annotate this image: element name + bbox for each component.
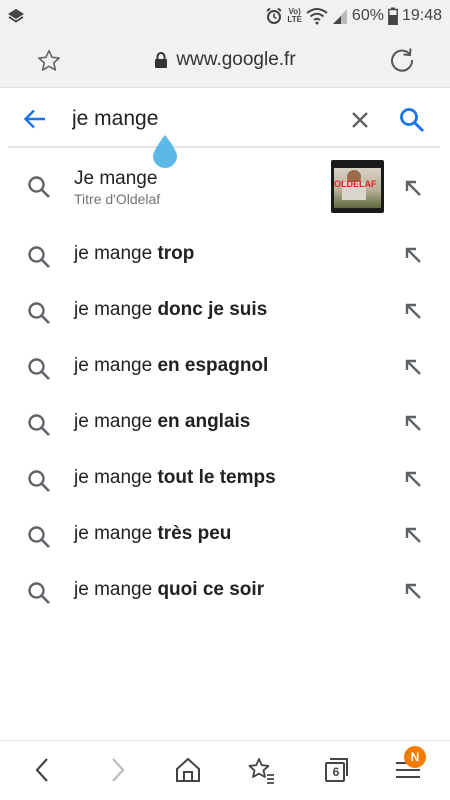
volte-indicator: Vo) LTE bbox=[287, 7, 302, 24]
search-icon bbox=[28, 302, 50, 324]
url-text: www.google.fr bbox=[176, 49, 296, 70]
suggestion-text: je mange en anglais bbox=[74, 411, 250, 433]
suggestion-completion: donc je suis bbox=[157, 299, 268, 320]
suggestion-item[interactable]: je mange en anglais bbox=[0, 394, 450, 450]
fill-query-arrow-icon[interactable] bbox=[402, 244, 424, 266]
suggestion-completion: en anglais bbox=[157, 411, 251, 432]
bottom-navigation: 6 bbox=[0, 740, 450, 800]
tab-count: 6 bbox=[332, 765, 340, 779]
suggestion-prefix: je mange bbox=[74, 411, 158, 432]
suggestion-item[interactable]: je mange donc je suis bbox=[0, 282, 450, 338]
suggestion-text: je mange en espagnol bbox=[74, 355, 268, 377]
suggestion-item[interactable]: je mange quoi ce soir bbox=[0, 562, 450, 618]
search-underline bbox=[8, 146, 440, 148]
fill-query-arrow-icon[interactable] bbox=[402, 524, 424, 546]
tabs-button[interactable]: 6 bbox=[320, 755, 350, 785]
suggestion-completion: en espagnol bbox=[157, 355, 269, 376]
fill-query-arrow-icon[interactable] bbox=[402, 356, 424, 378]
bookmark-star-icon[interactable] bbox=[246, 755, 276, 785]
suggestion-item[interactable]: je mange trop bbox=[0, 226, 450, 282]
thumbnail-label: OLDELAF bbox=[334, 179, 377, 189]
suggestion-completion: très peu bbox=[157, 523, 232, 544]
suggestion-text: je mange tout le temps bbox=[74, 467, 276, 489]
status-bar: Vo) LTE 60% 19:48 bbox=[0, 0, 450, 32]
clock: 19:48 bbox=[401, 7, 442, 24]
clear-icon[interactable] bbox=[349, 109, 371, 131]
suggestion-prefix: je mange bbox=[74, 243, 158, 264]
suggestion-text: je mange très peu bbox=[74, 523, 231, 545]
search-row bbox=[0, 88, 450, 150]
suggestion-subtitle: Titre d'Oldelaf bbox=[74, 191, 161, 207]
suggestion-text: je mange trop bbox=[74, 243, 194, 265]
search-icon bbox=[28, 582, 50, 604]
search-icon bbox=[28, 526, 50, 548]
suggestion-list: Je mange Titre d'Oldelaf OLDELAF je mang… bbox=[0, 150, 450, 618]
suggestion-thumbnail: OLDELAF bbox=[331, 160, 384, 213]
suggestion-prefix: je mange bbox=[74, 523, 158, 544]
wifi-icon bbox=[306, 8, 328, 25]
signal-icon bbox=[332, 9, 347, 24]
battery-icon bbox=[388, 7, 398, 25]
suggestion-title: Je mange bbox=[74, 168, 158, 189]
search-icon bbox=[28, 358, 50, 380]
nav-back-icon[interactable] bbox=[28, 755, 58, 785]
suggestion-item[interactable]: je mange tout le temps bbox=[0, 450, 450, 506]
suggestion-text: je mange quoi ce soir bbox=[74, 579, 264, 601]
fill-query-arrow-icon[interactable] bbox=[402, 580, 424, 602]
suggestion-prefix: je mange bbox=[74, 355, 158, 376]
alarm-icon bbox=[266, 7, 283, 24]
suggestion-completion: quoi ce soir bbox=[157, 579, 265, 600]
reload-icon[interactable] bbox=[388, 46, 416, 74]
suggestion-item[interactable]: Je mange Titre d'Oldelaf OLDELAF bbox=[0, 150, 450, 226]
lock-icon bbox=[155, 52, 168, 68]
url-display[interactable]: www.google.fr bbox=[0, 32, 450, 88]
search-icon bbox=[28, 414, 50, 436]
suggestion-completion: trop bbox=[157, 243, 195, 264]
status-icons: Vo) LTE 60% 19:48 bbox=[265, 0, 442, 32]
notification-badge: N bbox=[404, 746, 426, 768]
fill-query-arrow-icon[interactable] bbox=[402, 412, 424, 434]
layers-icon bbox=[8, 9, 24, 23]
search-input[interactable] bbox=[72, 102, 332, 136]
suggestion-prefix: je mange bbox=[74, 299, 158, 320]
fill-query-arrow-icon[interactable] bbox=[402, 300, 424, 322]
nav-forward-icon[interactable] bbox=[102, 755, 132, 785]
battery-percent: 60% bbox=[351, 7, 384, 24]
search-icon bbox=[28, 470, 50, 492]
suggestion-item[interactable]: je mange en espagnol bbox=[0, 338, 450, 394]
fill-query-arrow-icon[interactable] bbox=[402, 468, 424, 490]
home-icon[interactable] bbox=[173, 755, 203, 785]
url-bar: www.google.fr bbox=[0, 32, 450, 88]
suggestion-text: je mange donc je suis bbox=[74, 299, 267, 321]
back-arrow-icon[interactable] bbox=[22, 106, 48, 132]
search-icon bbox=[28, 246, 50, 268]
fill-query-arrow-icon[interactable] bbox=[402, 177, 424, 199]
suggestion-item[interactable]: je mange très peu bbox=[0, 506, 450, 562]
suggestion-prefix: je mange bbox=[74, 467, 158, 488]
search-icon[interactable] bbox=[398, 106, 426, 134]
suggestion-completion: tout le temps bbox=[157, 467, 276, 488]
search-icon bbox=[28, 176, 50, 198]
suggestion-prefix: je mange bbox=[74, 579, 158, 600]
